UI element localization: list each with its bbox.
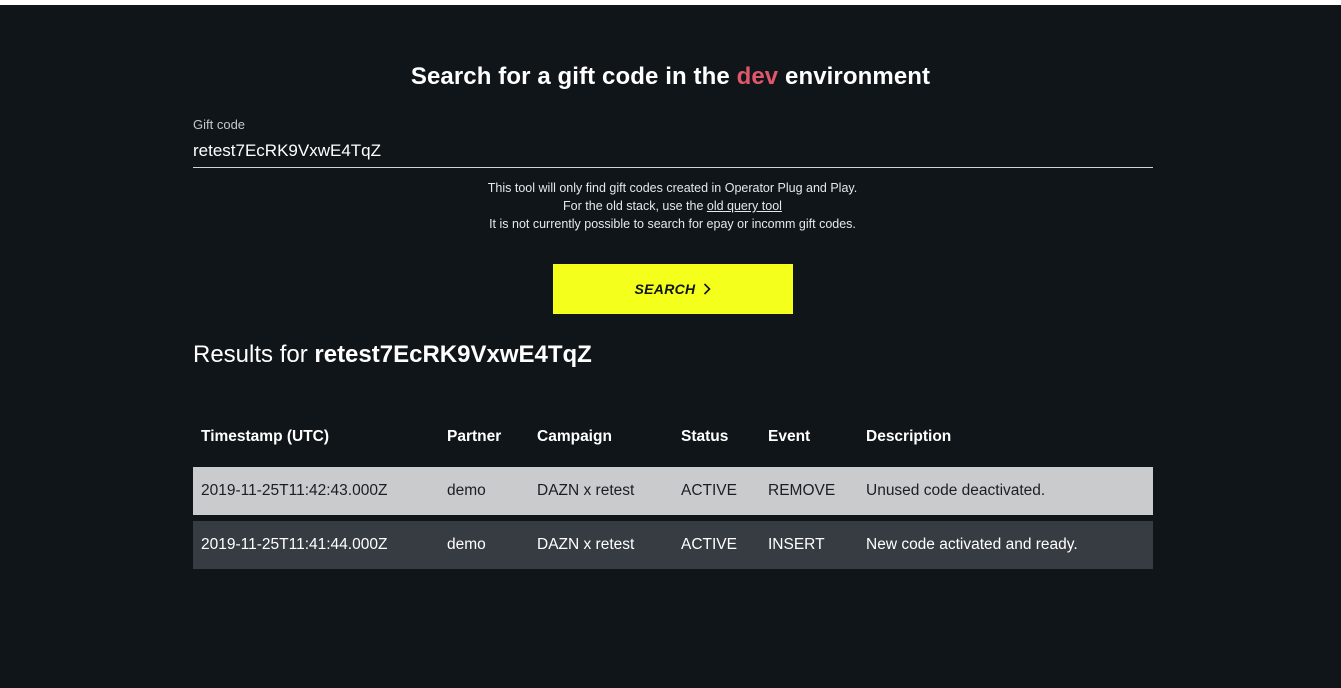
gift-code-label: Gift code — [193, 117, 246, 132]
table-header-row: Timestamp (UTC) Partner Campaign Status … — [193, 413, 1153, 461]
search-button-label: SEARCH — [634, 281, 696, 297]
results-heading-prefix: Results for — [193, 341, 315, 368]
cell-partner: demo — [439, 467, 529, 515]
results-table: Timestamp (UTC) Partner Campaign Status … — [193, 407, 1153, 575]
cell-status: ACTIVE — [673, 467, 760, 515]
column-header-partner: Partner — [447, 428, 502, 445]
results-code: retest7EcRK9VxwE4TqZ — [314, 341, 592, 368]
results-heading: Results for retest7EcRK9VxwE4TqZ — [193, 341, 592, 369]
cell-partner: demo — [439, 521, 529, 569]
search-button[interactable]: SEARCH — [553, 264, 793, 314]
search-notes: This tool will only find gift codes crea… — [0, 179, 1341, 233]
cell-event: INSERT — [760, 521, 858, 569]
title-suffix: environment — [778, 63, 931, 90]
gift-code-field: Gift code — [193, 117, 1153, 168]
table-row: 2019-11-25T11:41:44.000Z demo DAZN x ret… — [193, 521, 1153, 569]
page-title: Search for a gift code in the dev enviro… — [0, 63, 1341, 91]
cell-campaign: DAZN x retest — [529, 521, 673, 569]
cell-campaign: DAZN x retest — [529, 467, 673, 515]
cell-timestamp: 2019-11-25T11:42:43.000Z — [193, 467, 439, 515]
cell-description: Unused code deactivated. — [858, 467, 1153, 515]
environment-name: dev — [736, 63, 779, 90]
cell-status: ACTIVE — [673, 521, 760, 569]
note-line-2-prefix: For the old stack, use the — [563, 199, 707, 213]
column-header-event: Event — [768, 428, 811, 445]
cell-description: New code activated and ready. — [858, 521, 1153, 569]
title-prefix: Search for a gift code in the — [410, 63, 737, 90]
column-header-timestamp: Timestamp (UTC) — [201, 428, 330, 445]
table-row: 2019-11-25T11:42:43.000Z demo DAZN x ret… — [193, 467, 1153, 515]
old-query-tool-link[interactable]: old query tool — [707, 199, 782, 213]
gift-code-input[interactable] — [193, 139, 1153, 163]
page: Search for a gift code in the dev enviro… — [0, 5, 1341, 688]
chevron-right-icon — [704, 283, 712, 295]
note-line-3: It is not currently possible to search f… — [489, 217, 856, 231]
column-header-status: Status — [681, 428, 729, 445]
column-header-campaign: Campaign — [537, 428, 612, 445]
column-header-description: Description — [866, 428, 952, 445]
note-line-1: This tool will only find gift codes crea… — [487, 181, 858, 195]
cell-timestamp: 2019-11-25T11:41:44.000Z — [193, 521, 439, 569]
note-line-2: For the old stack, use the old query too… — [0, 197, 1341, 215]
cell-event: REMOVE — [760, 467, 858, 515]
